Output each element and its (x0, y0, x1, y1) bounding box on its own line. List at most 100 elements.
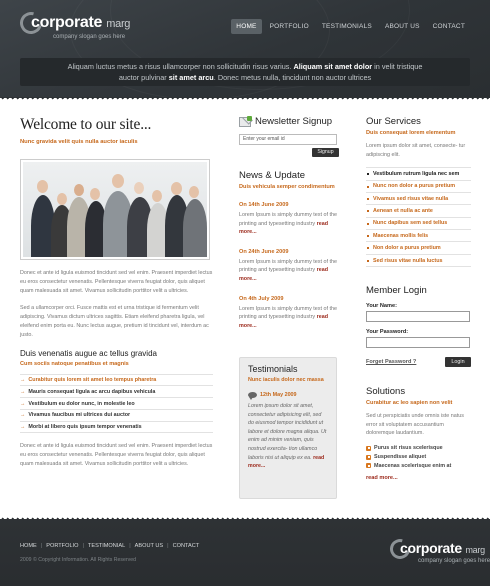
intro-banner: Aliquam luctus metus a risus ullamcorper… (20, 58, 470, 86)
username-label: Your Name: (366, 303, 397, 310)
password-input[interactable] (366, 337, 470, 349)
nav-testimonials[interactable]: TESTIMONIALS (317, 19, 377, 34)
divider: | (40, 543, 43, 549)
news-date: On 14th June 2009 (239, 202, 289, 208)
news-body: Lorem Ipsum is simply dummy text of the … (239, 305, 337, 329)
service-link[interactable]: Vivamus sed risus vitae nulla (366, 193, 471, 206)
site-header: corporate marg company slogan goes here … (0, 0, 490, 98)
welcome-subtitle: Nunc gravida velit quis nulla auctor iac… (20, 139, 138, 145)
services-list: Vestibulum rutrum ligula nec sem Nunc no… (366, 167, 471, 268)
welcome-paragraph: Sed a ullamcorper orci. Fusce mattis est… (20, 305, 209, 338)
service-link[interactable]: Non dolor a purus pretium (366, 242, 471, 255)
solutions-list: Purus sit risus scelerisque Suspendisse … (366, 444, 471, 470)
copyright-text: 2009 © Copyright Information. All Rights… (20, 557, 136, 563)
link-list: → Curabitur quis lorem sit amet leo tempu… (20, 373, 213, 434)
footer-nav-testimonial[interactable]: TESTIMONIAL (88, 543, 125, 549)
team-photo-image (23, 162, 207, 257)
list-link[interactable]: → Vestibulum eu dolor nunc, in molestie l… (20, 398, 213, 410)
middle-column: Newsletter Signup Signup News & Update D… (239, 115, 339, 331)
intro-bold: sit amet arcu (168, 73, 214, 82)
service-link[interactable]: Sed risus vitae nulla luctus (366, 255, 471, 268)
testimonials-box: Testimonials Nunc iaculis dolor nec mass… (239, 357, 337, 499)
bullet-square-icon (366, 454, 371, 460)
services-text: Lorem ipsum dolor sit amet, consecte- tu… (366, 143, 466, 158)
footer-nav-home[interactable]: HOME (20, 543, 37, 549)
service-link[interactable]: Nunc non dolor a purus pretium (366, 181, 471, 193)
news-date: On 24th June 2009 (239, 248, 289, 255)
testimonials-title: Testimonials (248, 364, 298, 374)
footer-nav: HOME | PORTFOLIO | TESTIMONIAL | ABOUT U… (20, 543, 199, 549)
service-link[interactable]: Nunc dapibus sem sed tellus (366, 218, 471, 231)
divider: | (82, 543, 84, 549)
main-nav: HOME PORTFOLIO TESTIMONIALS ABOUT US CON… (231, 19, 470, 34)
nav-about-us[interactable]: ABOUT US (380, 19, 425, 34)
arrow-icon: → (20, 388, 26, 395)
news-title: News & Update (239, 170, 306, 181)
read-more-link[interactable]: read more... (366, 475, 471, 481)
logo-text: corporate marg (31, 14, 131, 31)
forgot-password-link[interactable]: Forget Password ? (366, 359, 416, 365)
site-footer: HOME | PORTFOLIO | TESTIMONIAL | ABOUT U… (0, 519, 490, 586)
section-subtitle: Cum sociis natoque penatibus et magnis (20, 360, 129, 367)
arrow-icon: → (20, 400, 26, 407)
divider: | (167, 543, 169, 549)
footer-nav-contact[interactable]: CONTACT (173, 543, 200, 549)
welcome-section: Welcome to our site... Nunc gravida veli… (20, 116, 213, 469)
solutions-title: Solutions (366, 386, 406, 398)
footer-nav-about-us[interactable]: ABOUT US (135, 543, 164, 549)
arrow-icon: → (20, 376, 26, 383)
list-link[interactable]: → Morbi at libero quis ipsum tempor venen… (20, 422, 213, 434)
username-input[interactable] (366, 311, 470, 323)
nav-home[interactable]: HOME (231, 19, 262, 34)
news-item: On 24th June 2009 Lorem Ipsum is simply … (239, 249, 339, 284)
list-item[interactable]: Purus sit risus scelerisque (366, 444, 471, 453)
news-item: On 14th June 2009 Lorem Ipsum is simply … (239, 202, 339, 237)
intro-text: . Donec metus nulla, tincidunt non aucto… (213, 73, 372, 82)
news-item: On 4th July 2009 Lorem Ipsum is simply d… (239, 296, 339, 331)
news-date: On 4th July 2009 (239, 295, 284, 302)
arrow-icon: → (20, 424, 26, 431)
footer-nav-portfolio[interactable]: PORTFOLIO (46, 543, 78, 549)
list-link[interactable]: → Vivamus faucibus mi ultrices dui auctor (20, 410, 213, 422)
testimonial-body: Lorem ipsum dolor sit amet, consectetur … (248, 403, 327, 470)
right-column: Our Services Duis consequat lorem elemen… (366, 116, 471, 481)
speech-bubble-icon (248, 392, 257, 400)
logo-slogan: company slogan goes here (53, 34, 126, 40)
intro-text: Aliquam luctus metus a risus ullamcorper… (67, 62, 292, 71)
nav-contact[interactable]: CONTACT (428, 19, 470, 34)
intro-bold: Aliquam sit amet dolor (293, 62, 373, 71)
login-button[interactable]: Login (445, 357, 471, 368)
service-link[interactable]: Maecenas mollis felis (366, 230, 471, 243)
solutions-text: Sed ut perspiciatis unde omnis iste natu… (366, 413, 464, 437)
envelope-icon (239, 115, 252, 127)
news-body: Lorem Ipsum is simply dummy text of the … (239, 258, 337, 282)
newsletter-email-input[interactable] (239, 133, 337, 145)
welcome-paragraph: Donec et ante id ligula euismod tincidun… (20, 443, 213, 468)
service-link[interactable]: Vestibulum rutrum ligula nec sem (366, 167, 471, 181)
login-actions: Forget Password ? Login (366, 357, 471, 368)
password-label: Your Password: (366, 329, 409, 336)
bullet-square-icon (366, 445, 371, 451)
news-subtitle: Duis vehicula semper condimentum (239, 184, 335, 190)
list-item[interactable]: Maecenas scelerisque enim at (366, 462, 471, 471)
news-body: Lorem Ipsum is simply dummy text of the … (239, 212, 337, 236)
list-item[interactable]: Suspendisse aliquet (366, 453, 471, 462)
team-photo (20, 159, 210, 260)
logo-slogan: company slogan goes here (418, 558, 490, 564)
footer-logo[interactable]: corporate marg company slogan goes here (386, 535, 490, 569)
nav-portfolio[interactable]: PORTFOLIO (265, 19, 314, 34)
page-title: Welcome to our site... (20, 116, 152, 133)
newsletter-title: Newsletter Signup (255, 116, 333, 127)
list-link[interactable]: → Curabitur quis lorem sit amet leo tempu… (20, 373, 213, 387)
signup-button[interactable]: Signup (312, 148, 339, 157)
testimonials-subtitle: Nunc iaculis dolor nec massa (248, 377, 324, 383)
welcome-paragraph: Donec et ante id ligula euismod tincidun… (20, 270, 213, 294)
divider: | (129, 543, 131, 549)
service-link[interactable]: Aenean et nulla ac ante (366, 205, 471, 218)
list-link[interactable]: → Mauris consequat ligula ac arcu dapibus… (20, 386, 213, 399)
site-logo[interactable]: corporate marg company slogan goes here (15, 7, 131, 48)
newsletter-heading: Newsletter Signup (239, 115, 339, 127)
services-subtitle: Duis consequat lorem elementum (366, 130, 456, 136)
services-title: Our Services (366, 116, 421, 127)
arrow-icon: → (20, 412, 26, 419)
